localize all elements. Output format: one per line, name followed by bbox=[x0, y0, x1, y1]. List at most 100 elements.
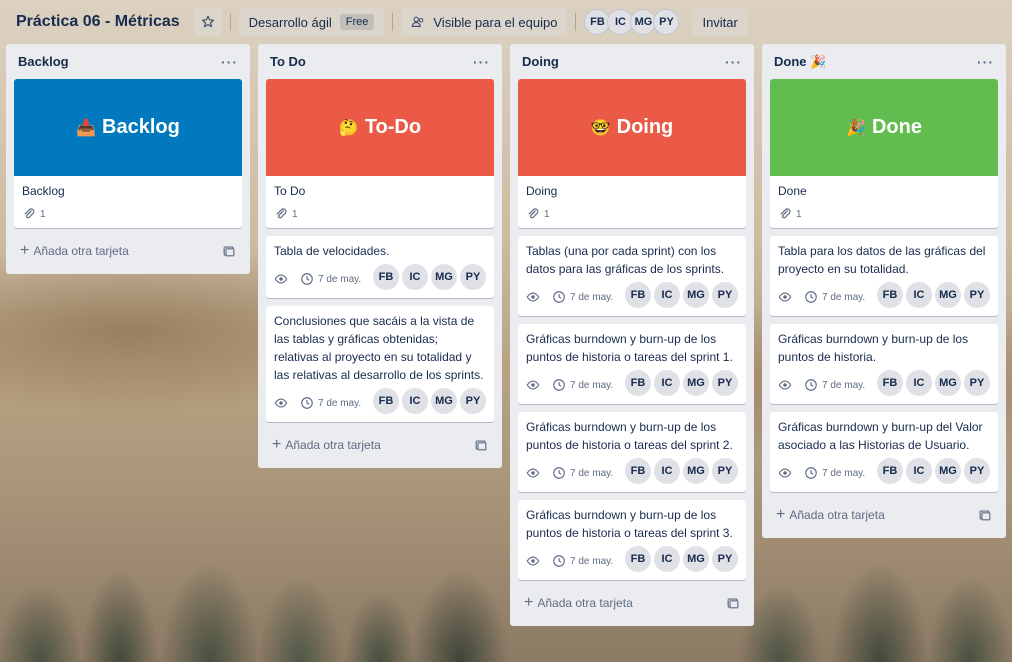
card[interactable]: Tablas (una por cada sprint) con los dat… bbox=[518, 236, 746, 316]
list-title[interactable]: Doing bbox=[522, 54, 559, 69]
due-date-badge[interactable]: 7 de may. bbox=[552, 290, 613, 304]
template-icon[interactable] bbox=[222, 244, 236, 258]
avatar[interactable]: FB bbox=[625, 282, 651, 308]
attachment-count: 1 bbox=[796, 208, 802, 220]
card-title: Tabla de velocidades. bbox=[274, 244, 390, 258]
avatar[interactable]: IC bbox=[906, 370, 932, 396]
template-icon[interactable] bbox=[978, 508, 992, 522]
avatar[interactable]: MG bbox=[683, 458, 709, 484]
add-card-button[interactable]: + Añada otra tarjeta bbox=[770, 500, 998, 530]
template-icon[interactable] bbox=[726, 596, 740, 610]
card-badges: 7 de may. FB IC MG PY bbox=[526, 282, 738, 312]
card-members: FB IC MG PY bbox=[874, 370, 990, 400]
avatar[interactable]: IC bbox=[906, 282, 932, 308]
avatar[interactable]: FB bbox=[625, 546, 651, 572]
watch-badge bbox=[526, 554, 544, 568]
due-date-badge[interactable]: 7 de may. bbox=[804, 378, 865, 392]
avatar[interactable]: MG bbox=[431, 388, 457, 414]
avatar[interactable]: PY bbox=[964, 458, 990, 484]
avatar[interactable]: PY bbox=[712, 458, 738, 484]
plus-icon: + bbox=[776, 506, 786, 523]
avatar[interactable]: MG bbox=[935, 370, 961, 396]
avatar[interactable]: FB bbox=[625, 370, 651, 396]
inbox-icon: 📥 bbox=[76, 119, 97, 137]
list-menu-icon[interactable]: ··· bbox=[725, 54, 742, 70]
avatar[interactable]: IC bbox=[654, 370, 680, 396]
avatar[interactable]: IC bbox=[402, 388, 428, 414]
card[interactable]: Gráficas burndown y burn-up del Valor as… bbox=[770, 412, 998, 492]
card[interactable]: Gráficas burndown y burn-up de los punto… bbox=[518, 324, 746, 404]
workspace-button[interactable]: Desarrollo ágil Free bbox=[238, 8, 385, 36]
card-body: Gráficas burndown y burn-up de los punto… bbox=[518, 324, 746, 404]
clock-icon bbox=[301, 273, 313, 285]
card[interactable]: Gráficas burndown y burn-up de los punto… bbox=[770, 324, 998, 404]
avatar[interactable]: MG bbox=[683, 282, 709, 308]
add-card-button[interactable]: + Añada otra tarjeta bbox=[14, 236, 242, 266]
due-date-badge[interactable]: 7 de may. bbox=[300, 396, 361, 410]
avatar[interactable]: IC bbox=[654, 546, 680, 572]
due-date-badge[interactable]: 7 de may. bbox=[804, 290, 865, 304]
add-card-button[interactable]: + Añada otra tarjeta bbox=[266, 430, 494, 460]
card[interactable]: 🤔 To-Do To Do 1 bbox=[266, 79, 494, 228]
avatar[interactable]: FB bbox=[877, 458, 903, 484]
list-title[interactable]: To Do bbox=[270, 54, 306, 69]
add-card-label: Añada otra tarjeta bbox=[285, 438, 381, 452]
avatar[interactable]: PY bbox=[712, 282, 738, 308]
due-date-badge[interactable]: 7 de may. bbox=[804, 466, 865, 480]
avatar[interactable]: PY bbox=[653, 9, 680, 35]
avatar[interactable]: MG bbox=[683, 370, 709, 396]
list-title[interactable]: Backlog bbox=[18, 54, 69, 69]
avatar[interactable]: PY bbox=[460, 264, 486, 290]
list-title[interactable]: Done 🎉 bbox=[774, 54, 826, 70]
avatar[interactable]: IC bbox=[402, 264, 428, 290]
add-card-button[interactable]: + Añada otra tarjeta bbox=[518, 588, 746, 618]
avatar[interactable]: FB bbox=[625, 458, 651, 484]
card[interactable]: Conclusiones que sacáis a la vista de la… bbox=[266, 306, 494, 422]
due-date-badge[interactable]: 7 de may. bbox=[300, 272, 361, 286]
avatar[interactable]: FB bbox=[373, 264, 399, 290]
avatar[interactable]: IC bbox=[906, 458, 932, 484]
card-badges: 1 bbox=[778, 204, 990, 224]
star-button[interactable] bbox=[193, 8, 222, 36]
list-header: Backlog ··· bbox=[14, 44, 242, 79]
paperclip-icon bbox=[780, 208, 791, 219]
avatar[interactable]: IC bbox=[654, 282, 680, 308]
due-date-badge[interactable]: 7 de may. bbox=[552, 466, 613, 480]
plus-icon: + bbox=[524, 594, 534, 611]
due-date-text: 7 de may. bbox=[570, 291, 614, 303]
list-menu-icon[interactable]: ··· bbox=[977, 54, 994, 70]
card[interactable]: 🤓 Doing Doing 1 bbox=[518, 79, 746, 228]
due-date-badge[interactable]: 7 de may. bbox=[552, 554, 613, 568]
avatar[interactable]: PY bbox=[460, 388, 486, 414]
avatar[interactable]: FB bbox=[877, 370, 903, 396]
due-date-badge[interactable]: 7 de may. bbox=[552, 378, 613, 392]
eye-icon bbox=[778, 468, 792, 478]
due-date-text: 7 de may. bbox=[570, 555, 614, 567]
avatar[interactable]: PY bbox=[964, 282, 990, 308]
card[interactable]: Tabla de velocidades. 7 de may. FB IC MG… bbox=[266, 236, 494, 298]
avatar[interactable]: IC bbox=[654, 458, 680, 484]
card[interactable]: Gráficas burndown y burn-up de los punto… bbox=[518, 500, 746, 580]
paperclip-icon bbox=[24, 208, 35, 219]
card[interactable]: 🎉 Done Done 1 bbox=[770, 79, 998, 228]
avatar[interactable]: FB bbox=[373, 388, 399, 414]
avatar[interactable]: PY bbox=[712, 370, 738, 396]
avatar[interactable]: MG bbox=[431, 264, 457, 290]
board-title[interactable]: Práctica 06 - Métricas bbox=[8, 9, 188, 35]
avatar[interactable]: MG bbox=[935, 458, 961, 484]
invite-button[interactable]: Invitar bbox=[692, 8, 748, 36]
badge-group: 7 de may. bbox=[778, 466, 873, 480]
card[interactable]: Gráficas burndown y burn-up de los punto… bbox=[518, 412, 746, 492]
avatar[interactable]: MG bbox=[683, 546, 709, 572]
avatar[interactable]: MG bbox=[935, 282, 961, 308]
avatar[interactable]: PY bbox=[712, 546, 738, 572]
card[interactable]: Tabla para los datos de las gráficas del… bbox=[770, 236, 998, 316]
list-menu-icon[interactable]: ··· bbox=[473, 54, 490, 70]
card[interactable]: 📥 Backlog Backlog 1 bbox=[14, 79, 242, 228]
card-badges: 1 bbox=[526, 204, 738, 224]
visibility-button[interactable]: Visible para el equipo bbox=[401, 8, 568, 36]
avatar[interactable]: FB bbox=[877, 282, 903, 308]
template-icon[interactable] bbox=[474, 438, 488, 452]
avatar[interactable]: PY bbox=[964, 370, 990, 396]
list-menu-icon[interactable]: ··· bbox=[221, 54, 238, 70]
